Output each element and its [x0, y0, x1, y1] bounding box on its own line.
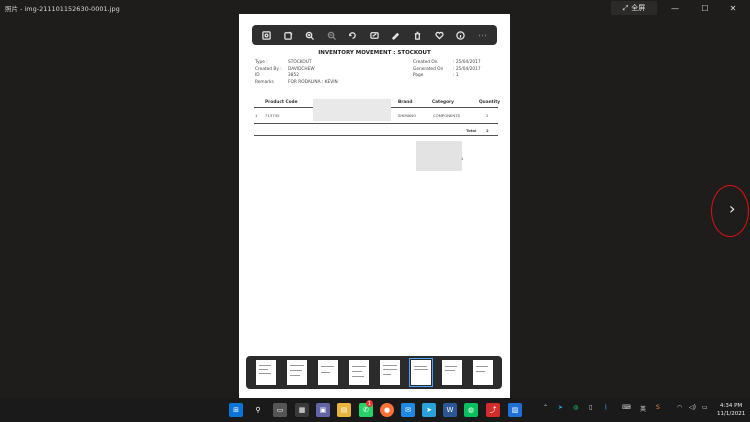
highlight-circle — [711, 185, 749, 237]
thumbnail[interactable] — [442, 360, 462, 385]
clock[interactable]: 4:34 PM 11/1/2021 — [717, 402, 745, 418]
firefox-icon[interactable]: ● — [380, 403, 394, 417]
markup-icon[interactable] — [390, 29, 402, 41]
wifi-icon[interactable]: ◠ — [677, 404, 682, 411]
left-meta: Type : STOCKOUT Created By : DAVIDCHEW ID 3… — [255, 60, 338, 86]
minimize-button[interactable]: — — [664, 2, 686, 14]
meta-value: DAVIDCHEW — [288, 66, 315, 72]
header-quantity: Quantity — [479, 100, 501, 105]
meta-value: 3852 — [288, 73, 299, 78]
battery-icon[interactable]: ▭ — [702, 404, 708, 411]
meta-key: Page — [413, 73, 424, 78]
row-code: 713735 — [265, 113, 280, 118]
usb-icon[interactable]: ▯ — [589, 404, 592, 411]
row-brand: SHIMANO — [398, 113, 417, 118]
thumbnail-strip — [246, 356, 502, 389]
teams-chat-icon[interactable]: ▣ — [316, 403, 330, 417]
crop-icon[interactable] — [368, 29, 380, 41]
header-category: Category — [432, 100, 454, 105]
thumbnail[interactable] — [318, 360, 338, 385]
search-icon[interactable]: ⚲ — [251, 403, 265, 417]
fullscreen-button[interactable]: ⤢ 全屏 — [611, 1, 657, 15]
meta-value: FOR RODALINA : KEVIN — [288, 79, 338, 85]
thumbnail[interactable] — [349, 360, 369, 385]
chevron-up-icon[interactable]: ⌃ — [543, 404, 548, 411]
thumbnail[interactable] — [256, 360, 276, 385]
right-meta: Created On: 25/04/2017 Generated On: 25/… — [413, 60, 481, 80]
image-toolbar — [252, 25, 497, 45]
photos-icon[interactable]: ▨ — [508, 403, 522, 417]
row-rule — [254, 123, 498, 124]
window-title: 照片 - img-211101152630-0001.jpg — [5, 5, 120, 13]
meta-value: : 25/04/2017 — [453, 60, 481, 65]
fullscreen-label: 全屏 — [631, 4, 646, 12]
widgets-icon[interactable]: ▦ — [295, 403, 309, 417]
telegram-icon[interactable]: ➤ — [422, 403, 436, 417]
word-icon[interactable]: W — [443, 403, 457, 417]
meta-value: STOCKOUT — [288, 60, 312, 65]
total-value: 2 — [486, 128, 489, 133]
favorite-icon[interactable] — [433, 29, 445, 41]
thumbnail[interactable] — [380, 360, 400, 385]
crop-rotate-icon[interactable] — [261, 29, 273, 41]
stray-mark: 1 — [461, 156, 464, 161]
meta-value: : 1 — [453, 73, 459, 78]
delete-icon[interactable] — [411, 29, 423, 41]
edit-image-icon[interactable] — [282, 29, 294, 41]
redacted-stamp — [416, 141, 462, 171]
maximize-button[interactable]: ☐ — [694, 2, 716, 14]
mail-icon[interactable]: ✉ — [401, 403, 415, 417]
ime-mode-label[interactable]: 英 — [640, 404, 646, 413]
sogou-ime-icon[interactable]: S — [656, 404, 660, 411]
header-product-code: Product Code — [265, 100, 298, 105]
meta-value: : 25/04/2017 — [453, 66, 481, 72]
clock-date: 11/1/2021 — [717, 411, 746, 417]
row-quantity: 2 — [486, 113, 489, 118]
volume-icon[interactable]: ◁) — [689, 404, 696, 411]
keyboard-icon[interactable]: ⌨ — [622, 404, 631, 411]
zoom-out-icon[interactable] — [325, 29, 337, 41]
wechat-tray-icon[interactable]: ◍ — [573, 404, 578, 411]
file-explorer-icon[interactable]: ▤ — [337, 403, 351, 417]
bluetooth-icon[interactable]: ᛒ — [604, 404, 608, 411]
clock-time: 4:34 PM — [720, 403, 743, 409]
thumbnail-selected[interactable] — [409, 358, 433, 387]
document-title: INVENTORY MOVEMENT : STOCKOUT — [318, 50, 431, 56]
acrobat-icon[interactable]: ⤴ — [486, 403, 500, 417]
header-brand: Brand — [398, 100, 413, 105]
more-icon[interactable] — [476, 29, 488, 41]
total-rule — [254, 135, 498, 136]
info-icon[interactable] — [455, 29, 467, 41]
whatsapp-badge: 1 — [366, 400, 373, 407]
telegram-tray-icon[interactable]: ➤ — [558, 404, 563, 411]
total-label: Total — [466, 128, 477, 133]
task-view-icon[interactable]: ▭ — [273, 403, 287, 417]
thumbnail[interactable] — [473, 360, 493, 385]
zoom-in-icon[interactable] — [304, 29, 316, 41]
expand-icon: ⤢ — [622, 3, 629, 12]
rotate-icon[interactable] — [347, 29, 359, 41]
thumbnail[interactable] — [287, 360, 307, 385]
close-button[interactable]: ✕ — [722, 2, 744, 14]
wechat-icon[interactable]: ◍ — [464, 403, 478, 417]
taskbar: ⊞ ⚲ ▭ ▦ ▣ ▤ ✆ 1 ● ✉ ➤ W ◍ ⤴ ▨ ⌃ ➤ ◍ ▯ ᛒ … — [0, 398, 750, 422]
row-category: COMPONENTS — [433, 113, 461, 118]
windows-start-icon[interactable]: ⊞ — [229, 403, 243, 417]
redacted-description — [313, 99, 391, 121]
meta-key: Remarks — [255, 79, 274, 85]
row-number: 1 — [255, 113, 258, 118]
